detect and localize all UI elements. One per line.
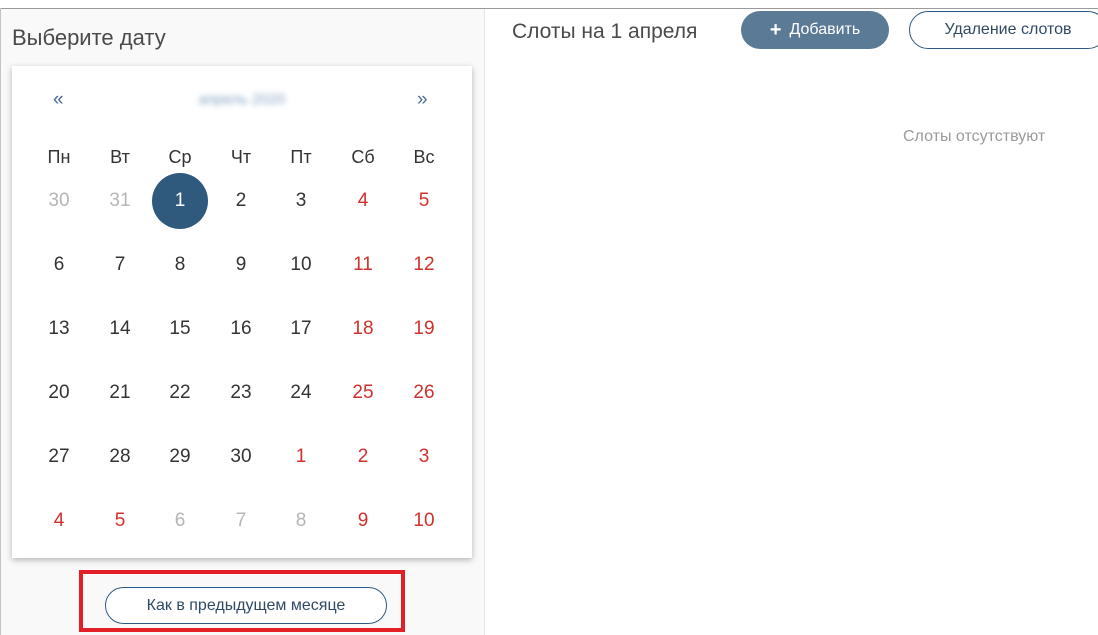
calendar-day[interactable]: 30 (33, 175, 85, 227)
calendar-day[interactable]: 11 (337, 239, 389, 291)
weekday-sun: Вс (413, 147, 435, 167)
calendar-day[interactable]: 2 (337, 431, 389, 483)
next-month-icon[interactable]: » (417, 89, 428, 111)
weekday-thu: Чт (230, 147, 252, 167)
prev-month-icon[interactable]: « (53, 89, 64, 111)
date-picker-title: Выберите дату (12, 25, 166, 50)
calendar-day[interactable]: 14 (94, 303, 146, 355)
calendar-day[interactable]: 9 (215, 239, 267, 291)
calendar-day[interactable]: 30 (215, 431, 267, 483)
calendar-day[interactable]: 23 (215, 367, 267, 419)
slots-title: Слоты на 1 апреля (512, 20, 698, 43)
calendar-day[interactable]: 1 (275, 431, 327, 483)
calendar-day[interactable]: 10 (275, 239, 327, 291)
calendar-day[interactable]: 4 (337, 175, 389, 227)
calendar-day[interactable]: 5 (398, 175, 450, 227)
calendar-day[interactable]: 3 (275, 175, 327, 227)
calendar-day[interactable]: 3 (398, 431, 450, 483)
calendar-day[interactable]: 10 (398, 495, 450, 547)
weekday-tue: Вт (110, 147, 130, 167)
calendar-day[interactable]: 22 (154, 367, 206, 419)
calendar-day[interactable]: 17 (275, 303, 327, 355)
calendar-day[interactable]: 6 (154, 495, 206, 547)
calendar-day[interactable]: 12 (398, 239, 450, 291)
weekday-sat: Сб (351, 147, 375, 167)
calendar-day[interactable]: 26 (398, 367, 450, 419)
calendar-day[interactable]: 20 (33, 367, 85, 419)
calendar-day[interactable]: 15 (154, 303, 206, 355)
month-label: апрель 2020 (198, 91, 286, 108)
calendar-day[interactable]: 13 (33, 303, 85, 355)
weekday-wed: Ср (168, 147, 192, 167)
calendar-day[interactable]: 8 (154, 239, 206, 291)
weekday-fri: Пт (290, 147, 312, 167)
copy-previous-month-button[interactable]: Как в предыдущем месяце (105, 587, 387, 624)
calendar-day[interactable]: 9 (337, 495, 389, 547)
calendar-day[interactable]: 6 (33, 239, 85, 291)
calendar-day[interactable]: 24 (275, 367, 327, 419)
selected-day[interactable]: 1 (152, 173, 208, 229)
empty-slots-message: Слоты отсутствуют (903, 128, 1046, 145)
delete-slots-button[interactable]: Удаление слотов (909, 11, 1098, 49)
calendar-day[interactable]: 28 (94, 431, 146, 483)
panel-divider (484, 9, 485, 635)
weekday-mon: Пн (47, 147, 71, 167)
calendar-day[interactable]: 7 (215, 495, 267, 547)
add-slot-label: Добавить (789, 21, 861, 38)
calendar-day[interactable]: 7 (94, 239, 146, 291)
plus-icon: + (769, 19, 782, 41)
calendar-day[interactable]: 31 (94, 175, 146, 227)
calendar-day[interactable]: 27 (33, 431, 85, 483)
calendar-day[interactable]: 16 (215, 303, 267, 355)
calendar-day[interactable]: 19 (398, 303, 450, 355)
calendar: « апрель 2020 » Пн Вт Ср Чт Пт Сб Вс 30 … (12, 66, 472, 558)
calendar-day[interactable]: 29 (154, 431, 206, 483)
calendar-day[interactable]: 21 (94, 367, 146, 419)
calendar-day[interactable]: 25 (337, 367, 389, 419)
add-slot-button[interactable]: + Добавить (741, 11, 889, 49)
calendar-day[interactable]: 8 (275, 495, 327, 547)
calendar-day[interactable]: 4 (33, 495, 85, 547)
calendar-day[interactable]: 18 (337, 303, 389, 355)
calendar-day[interactable]: 2 (215, 175, 267, 227)
calendar-day[interactable]: 5 (94, 495, 146, 547)
